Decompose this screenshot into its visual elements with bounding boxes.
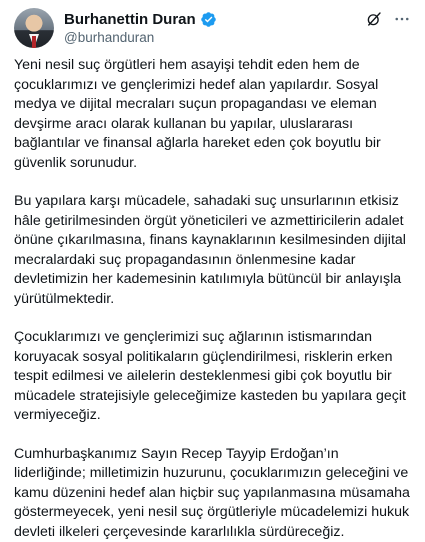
grok-slash-icon[interactable]: [365, 10, 383, 28]
header-actions: [365, 10, 411, 28]
post-paragraph: Bu yapılara karşı mücadele, sahadaki suç…: [14, 192, 411, 309]
verified-badge-icon[interactable]: [200, 11, 217, 28]
author-handle[interactable]: @burhanduran: [64, 30, 217, 45]
avatar-tie: [32, 36, 36, 48]
post-text: Yeni nesil suç örgütleri hem asayişi teh…: [14, 56, 411, 542]
post-paragraph: Yeni nesil suç örgütleri hem asayişi teh…: [14, 56, 411, 173]
author-name[interactable]: Burhanettin Duran: [64, 11, 196, 28]
name-row: Burhanettin Duran: [64, 9, 217, 29]
post-paragraph: Cumhurbaşkanımız Sayın Recep Tayyip Erdo…: [14, 445, 411, 542]
author-info: Burhanettin Duran @burhanduran: [64, 9, 217, 45]
post-header: Burhanettin Duran @burhanduran: [14, 8, 411, 50]
more-horizontal-icon[interactable]: [393, 10, 411, 28]
post-card: Burhanettin Duran @burhanduran: [0, 0, 425, 410]
avatar[interactable]: [14, 8, 54, 48]
post-paragraph: Çocuklarımızı ve gençlerimizi suç ağları…: [14, 328, 411, 426]
